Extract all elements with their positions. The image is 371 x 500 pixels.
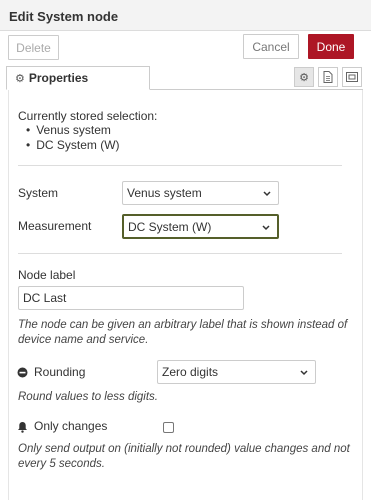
only-changes-checkbox[interactable] xyxy=(163,422,174,433)
measurement-select-value: DC System (W) xyxy=(128,219,212,234)
gear-icon: ⚙ xyxy=(15,72,25,85)
rounding-help: Round values to less digits. xyxy=(18,391,158,403)
rounding-label: Rounding xyxy=(34,365,86,379)
document-icon xyxy=(323,71,333,83)
settings-tab-button[interactable]: ⚙ xyxy=(294,67,314,87)
node-label-help: The node can be given an arbitrary label… xyxy=(18,319,348,346)
only-changes-help: Only send output on (initially not round… xyxy=(18,443,350,470)
chevron-down-icon xyxy=(300,370,308,376)
system-label: System xyxy=(18,186,59,200)
tab-properties[interactable]: ⚙ Properties xyxy=(6,66,150,90)
done-button[interactable]: Done xyxy=(308,34,354,59)
stored-selection-list: Venus system DC System (W) xyxy=(26,123,120,153)
section-divider xyxy=(18,165,342,166)
rounding-select[interactable]: Zero digits xyxy=(157,360,316,384)
node-label-label: Node label xyxy=(18,268,76,282)
delete-button[interactable]: Delete xyxy=(8,35,59,60)
list-item: Venus system xyxy=(26,123,120,138)
bell-icon xyxy=(18,422,27,433)
measurement-label: Measurement xyxy=(18,219,92,233)
section-divider xyxy=(18,253,342,254)
rounding-select-value: Zero digits xyxy=(162,365,219,379)
measurement-select[interactable]: DC System (W) xyxy=(122,214,279,239)
list-item: DC System (W) xyxy=(26,138,119,153)
system-select-value: Venus system xyxy=(127,186,202,200)
panel-border-right xyxy=(362,90,363,500)
chevron-down-icon xyxy=(262,225,270,231)
appearance-tab-button[interactable] xyxy=(342,67,362,87)
rounding-icon xyxy=(17,367,28,378)
frame-icon xyxy=(346,72,358,82)
gear-icon: ⚙ xyxy=(299,71,309,84)
description-tab-button[interactable] xyxy=(318,67,338,87)
node-label-input[interactable]: DC Last xyxy=(18,286,244,310)
dialog-title: Edit System node xyxy=(9,9,119,24)
system-select[interactable]: Venus system xyxy=(122,181,279,205)
cancel-button[interactable]: Cancel xyxy=(243,34,299,59)
chevron-down-icon xyxy=(263,191,271,197)
panel-border-left xyxy=(8,90,9,500)
tab-properties-label: Properties xyxy=(28,71,89,85)
only-changes-label: Only changes xyxy=(34,419,108,433)
dialog-header: Edit System node xyxy=(0,0,371,31)
stored-selection-title: Currently stored selection: xyxy=(18,109,158,123)
